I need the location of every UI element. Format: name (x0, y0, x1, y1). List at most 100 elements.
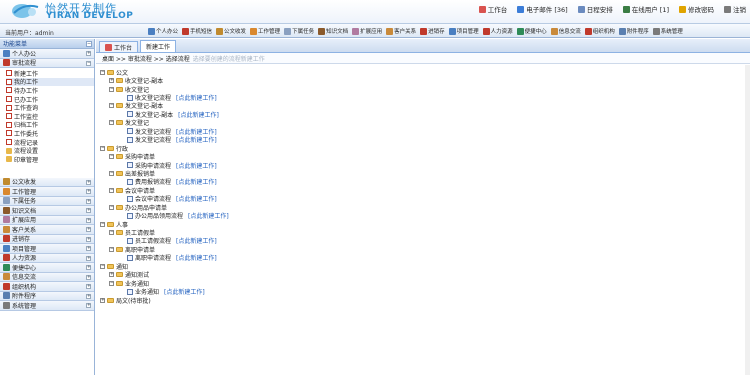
tree-toggle-icon[interactable]: − (109, 230, 114, 236)
expand-toggle-icon[interactable]: + (86, 179, 91, 185)
sidebar-category[interactable]: 组织机构 + (0, 282, 94, 292)
topnav-item[interactable]: 修改密码 (679, 4, 714, 14)
new-work-link[interactable]: [点此新建工作] (176, 194, 217, 203)
sidebar-subitem[interactable]: 印章管理 (6, 155, 94, 164)
expand-toggle-icon[interactable]: + (86, 217, 91, 223)
expand-toggle-icon[interactable]: + (86, 189, 91, 195)
tree-flow[interactable]: 业务通知 [点此新建工作] (100, 287, 747, 296)
tree-flow[interactable]: 发文登记-副本 [点此新建工作] (100, 110, 747, 119)
sidebar-subitem[interactable]: 待办工作 (6, 86, 94, 95)
sidebar-subitem[interactable]: 工作监控 (6, 112, 94, 121)
new-work-link[interactable]: [点此新建工作] (176, 253, 217, 262)
sidebar-subitem[interactable]: 我的工作 (6, 77, 94, 86)
tree-toggle-icon[interactable]: − (100, 69, 105, 75)
tree-toggle-icon[interactable]: − (109, 204, 114, 210)
new-work-link[interactable]: [点此新建工作] (176, 236, 217, 245)
tree-flow[interactable]: 办公用品领用流程 [点此新建工作] (100, 211, 747, 220)
new-work-link[interactable]: [点此新建工作] (176, 161, 217, 170)
toolbar-button[interactable]: 项目管理 (448, 27, 479, 35)
new-work-link[interactable]: [点此新建工作] (176, 177, 217, 186)
sidebar-category[interactable]: 附件程序 + (0, 291, 94, 302)
sidebar-category[interactable]: 进销存 + (0, 234, 94, 245)
toolbar-button[interactable]: 便捷中心 (516, 27, 547, 35)
toolbar-button[interactable]: 系统管理 (652, 27, 683, 35)
tree-toggle-icon[interactable]: − (109, 120, 114, 126)
tree-toggle-icon[interactable]: − (109, 86, 114, 92)
tree-folder[interactable]: − 通知 (100, 262, 747, 271)
new-work-link[interactable]: [点此新建工作] (176, 135, 217, 144)
tree-folder[interactable]: − 行政 (100, 144, 747, 153)
toolbar-button[interactable]: 组织机构 (584, 27, 615, 35)
sidebar-subitem[interactable]: 工作查询 (6, 103, 94, 112)
new-work-link[interactable]: [点此新建工作] (164, 287, 205, 296)
toolbar-button[interactable]: 人力资源 (482, 27, 513, 35)
tree-flow[interactable]: 收文登记流程 [点此新建工作] (100, 93, 747, 102)
expand-toggle-icon[interactable]: + (86, 284, 91, 290)
toolbar-button[interactable]: 附件程序 (618, 27, 649, 35)
toolbar-button[interactable]: 信息交流 (550, 27, 581, 35)
tree-folder[interactable]: + 收文登记-副本 (100, 76, 747, 85)
tree-flow[interactable]: 采购申请流程 [点此新建工作] (100, 161, 747, 170)
tree-folder[interactable]: + 通知测试 (100, 271, 747, 279)
tree-flow[interactable]: 离职申请流程 [点此新建工作] (100, 254, 747, 262)
topnav-item[interactable]: 注销 (724, 4, 746, 14)
tree-toggle-icon[interactable]: − (109, 246, 114, 252)
sidebar-category[interactable]: 信息交流 + (0, 272, 94, 283)
toolbar-button[interactable]: 进销存 (420, 27, 445, 35)
tree-toggle-icon[interactable]: + (109, 78, 114, 84)
expand-toggle-icon[interactable]: + (86, 265, 91, 271)
expand-toggle-icon[interactable]: + (86, 227, 91, 233)
expand-toggle-icon[interactable]: + (86, 208, 91, 214)
sidebar-category[interactable]: 人力资源 + (0, 253, 94, 264)
sidebar-category[interactable]: 审批流程 − (0, 58, 94, 68)
new-work-link[interactable]: [点此新建工作] (178, 110, 219, 119)
sidebar-category[interactable]: 个人办公 + (0, 49, 94, 59)
sidebar-collapse-button[interactable]: − (86, 40, 92, 47)
toolbar-button[interactable]: 客户关系 (386, 27, 416, 35)
toolbar-button[interactable]: 工作管理 (250, 27, 280, 35)
sidebar-category[interactable]: 下属任务 + (0, 196, 94, 207)
tree-flow[interactable]: 员工请假流程 [点此新建工作] (100, 237, 747, 245)
tree-toggle-icon[interactable]: − (109, 170, 114, 176)
new-work-link[interactable]: [点此新建工作] (188, 211, 229, 220)
topnav-item[interactable]: 电子邮件 [36] (517, 4, 568, 14)
expand-toggle-icon[interactable]: + (86, 198, 91, 204)
tree-toggle-icon[interactable]: − (100, 145, 105, 151)
tree-flow[interactable]: 费用报销流程 [点此新建工作] (100, 178, 747, 186)
tree-toggle-icon[interactable]: − (100, 263, 105, 269)
tree-toggle-icon[interactable]: + (100, 297, 105, 303)
tree-flow[interactable]: 发文登记流程 [点此新建工作] (100, 136, 747, 144)
sidebar-category[interactable]: 客户关系 + (0, 225, 94, 235)
tree-folder[interactable]: − 公文 (100, 68, 747, 77)
sidebar-category[interactable]: 便捷中心 + (0, 263, 94, 273)
new-work-link[interactable]: [点此新建工作] (176, 93, 217, 102)
expand-toggle-icon[interactable]: + (86, 51, 91, 56)
sidebar-category[interactable]: 项目管理 + (0, 244, 94, 254)
sidebar-category[interactable]: 工作管理 + (0, 187, 94, 197)
sidebar-subitem[interactable]: 流程记录 (6, 138, 94, 147)
expand-toggle-icon[interactable]: + (86, 236, 91, 242)
toolbar-button[interactable]: 公文收发 (216, 27, 246, 35)
tree-toggle-icon[interactable]: − (109, 154, 114, 160)
tree-toggle-icon[interactable]: − (100, 221, 105, 227)
sidebar-subitem[interactable]: 工作委托 (6, 129, 94, 138)
toolbar-button[interactable]: 下属任务 (284, 27, 314, 35)
topnav-item[interactable]: 日程安排 (577, 4, 613, 14)
expand-toggle-icon[interactable]: + (86, 246, 91, 252)
toolbar-button[interactable]: 扩展应用 (352, 27, 382, 35)
expand-toggle-icon[interactable]: + (86, 303, 91, 309)
tree-flow[interactable]: 会议申请流程 [点此新建工作] (100, 195, 747, 203)
expand-toggle-icon[interactable]: + (86, 255, 91, 261)
sidebar-category[interactable]: 公文收发 + (0, 177, 94, 188)
toolbar-button[interactable]: 个人办公 (148, 27, 178, 35)
toolbar-button[interactable]: 手机短信 (182, 27, 212, 35)
tree-toggle-icon[interactable]: + (109, 272, 114, 278)
toolbar-button[interactable]: 知识文档 (318, 27, 348, 35)
tree-toggle-icon[interactable]: − (109, 103, 114, 109)
tab-new-work[interactable]: 新建工作 (140, 40, 177, 52)
tree-toggle-icon[interactable]: − (109, 280, 114, 286)
vertical-scrollbar[interactable] (745, 65, 750, 375)
sidebar-category[interactable]: 系统管理 + (0, 301, 94, 311)
expand-toggle-icon[interactable]: + (86, 293, 91, 299)
sidebar-subitem[interactable]: 流程设置 (6, 146, 94, 155)
